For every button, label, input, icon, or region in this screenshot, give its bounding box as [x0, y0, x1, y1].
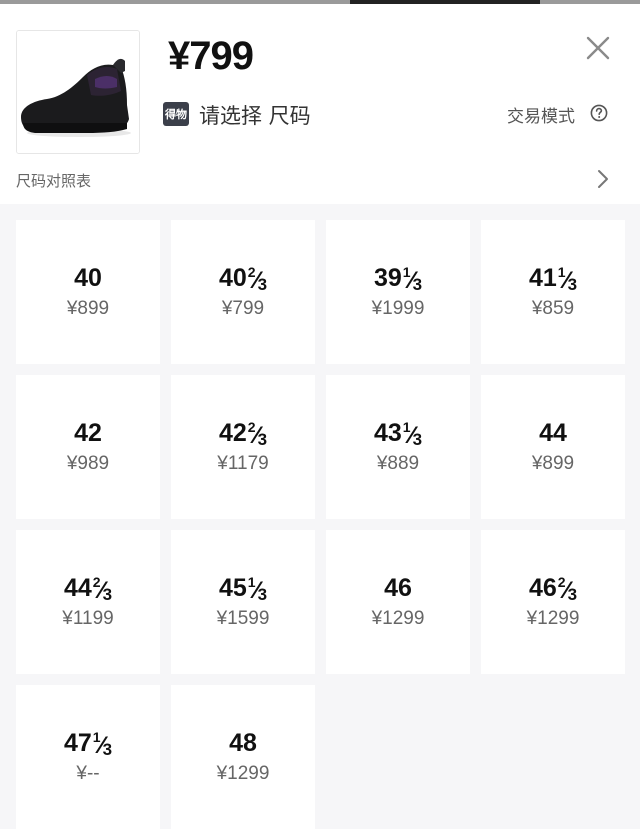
size-whole: 48	[229, 729, 257, 757]
size-whole: 40	[218, 264, 247, 292]
size-fraction: 1 ⁄ 3	[247, 574, 268, 605]
size-price: ¥899	[66, 298, 110, 319]
size-label: 46	[384, 574, 412, 606]
product-header: ¥799 得物 请选择 尺码 交易模式 尺码对照表	[0, 4, 640, 204]
size-whole: 44	[539, 419, 567, 447]
question-circle-icon[interactable]	[590, 104, 608, 122]
size-option[interactable]: 43 1 ⁄ 3 ¥889	[326, 375, 470, 519]
size-option[interactable]: 40 2 ⁄ 3 ¥799	[171, 220, 315, 364]
size-whole: 40	[74, 264, 102, 292]
trade-mode-link[interactable]: 交易模式	[507, 102, 575, 127]
size-price: ¥1179	[217, 453, 269, 474]
fraction-numerator: 2	[247, 264, 256, 280]
fraction-denominator: 3	[102, 585, 113, 604]
size-whole: 42	[74, 419, 102, 447]
size-option[interactable]: 42 ¥989	[16, 375, 160, 519]
size-price: ¥889	[376, 453, 420, 474]
product-thumbnail	[16, 30, 140, 154]
size-whole: 45	[218, 574, 247, 602]
size-option[interactable]: 40 ¥899	[16, 220, 160, 364]
size-prompt: 请选择 尺码	[199, 104, 311, 128]
size-option[interactable]: 46 2 ⁄ 3 ¥1299	[481, 530, 625, 674]
size-price: ¥1599	[216, 608, 270, 629]
fraction-numerator: 2	[92, 574, 101, 590]
size-price: ¥1299	[526, 608, 580, 629]
size-label: 42 2 ⁄ 3	[219, 419, 267, 451]
size-label: 46 2 ⁄ 3	[529, 574, 577, 606]
size-whole: 43	[373, 419, 402, 447]
size-option[interactable]: 47 1 ⁄ 3 ¥--	[16, 685, 160, 829]
fraction-denominator: 3	[567, 275, 578, 294]
size-option[interactable]: 48 ¥1299	[171, 685, 315, 829]
fraction-numerator: 2	[557, 574, 566, 590]
size-label: 41 1 ⁄ 3	[529, 264, 577, 296]
size-price: ¥899	[531, 453, 575, 474]
size-chart-link[interactable]: 尺码对照表	[16, 170, 91, 191]
fraction-denominator: 3	[567, 585, 578, 604]
size-fraction: 2 ⁄ 3	[247, 264, 268, 295]
fraction-numerator: 1	[92, 729, 101, 745]
fraction-numerator: 1	[402, 419, 411, 435]
fraction-denominator: 3	[257, 585, 268, 604]
size-price: ¥859	[531, 298, 575, 319]
fraction-numerator: 1	[402, 264, 411, 280]
fraction-numerator: 1	[247, 574, 256, 590]
size-label: 42	[74, 419, 102, 451]
size-option[interactable]: 44 ¥899	[481, 375, 625, 519]
size-whole: 44	[63, 574, 92, 602]
brand-badge: 得物	[163, 102, 189, 126]
sneaker-image	[17, 31, 139, 153]
size-price: ¥1199	[62, 608, 114, 629]
size-fraction: 2 ⁄ 3	[247, 419, 268, 450]
size-fraction: 1 ⁄ 3	[92, 729, 113, 760]
close-icon[interactable]	[584, 34, 612, 62]
size-label: 39 1 ⁄ 3	[374, 264, 422, 296]
size-price: ¥1299	[216, 763, 270, 784]
size-option[interactable]: 39 1 ⁄ 3 ¥1999	[326, 220, 470, 364]
size-label: 44	[539, 419, 567, 451]
size-fraction: 2 ⁄ 3	[557, 574, 578, 605]
fraction-denominator: 3	[257, 275, 268, 294]
size-price: ¥989	[66, 453, 110, 474]
selected-price: ¥799	[168, 34, 254, 78]
size-grid: 40 ¥899 40 2 ⁄ 3 ¥799 39 1 ⁄ 3 ¥1999 41 1 ⁄ 3 ¥859 42 ¥989…	[16, 220, 640, 829]
size-whole: 39	[373, 264, 402, 292]
fraction-numerator: 2	[247, 419, 256, 435]
fraction-numerator: 1	[557, 264, 566, 280]
fraction-denominator: 3	[412, 430, 423, 449]
size-label: 45 1 ⁄ 3	[219, 574, 267, 606]
fraction-denominator: 3	[257, 430, 268, 449]
size-whole: 41	[528, 264, 557, 292]
size-price: ¥--	[76, 763, 100, 784]
size-label: 43 1 ⁄ 3	[374, 419, 422, 451]
size-whole: 46	[384, 574, 412, 602]
size-fraction: 2 ⁄ 3	[92, 574, 113, 605]
size-label: 44 2 ⁄ 3	[64, 574, 112, 606]
size-price: ¥1999	[371, 298, 425, 319]
fraction-denominator: 3	[412, 275, 423, 294]
fraction-denominator: 3	[102, 740, 113, 759]
size-fraction: 1 ⁄ 3	[557, 264, 578, 295]
size-option[interactable]: 46 ¥1299	[326, 530, 470, 674]
chevron-right-icon[interactable]	[596, 168, 610, 190]
size-fraction: 1 ⁄ 3	[402, 419, 423, 450]
size-option[interactable]: 45 1 ⁄ 3 ¥1599	[171, 530, 315, 674]
size-fraction: 1 ⁄ 3	[402, 264, 423, 295]
size-option[interactable]: 42 2 ⁄ 3 ¥1179	[171, 375, 315, 519]
size-label: 40	[74, 264, 102, 296]
size-label: 40 2 ⁄ 3	[219, 264, 267, 296]
size-price: ¥1299	[371, 608, 425, 629]
size-option[interactable]: 44 2 ⁄ 3 ¥1199	[16, 530, 160, 674]
size-label: 48	[229, 729, 257, 761]
size-price: ¥799	[221, 298, 265, 319]
size-whole: 47	[63, 729, 92, 757]
size-whole: 42	[218, 419, 247, 447]
size-option[interactable]: 41 1 ⁄ 3 ¥859	[481, 220, 625, 364]
size-whole: 46	[528, 574, 557, 602]
size-label: 47 1 ⁄ 3	[64, 729, 112, 761]
